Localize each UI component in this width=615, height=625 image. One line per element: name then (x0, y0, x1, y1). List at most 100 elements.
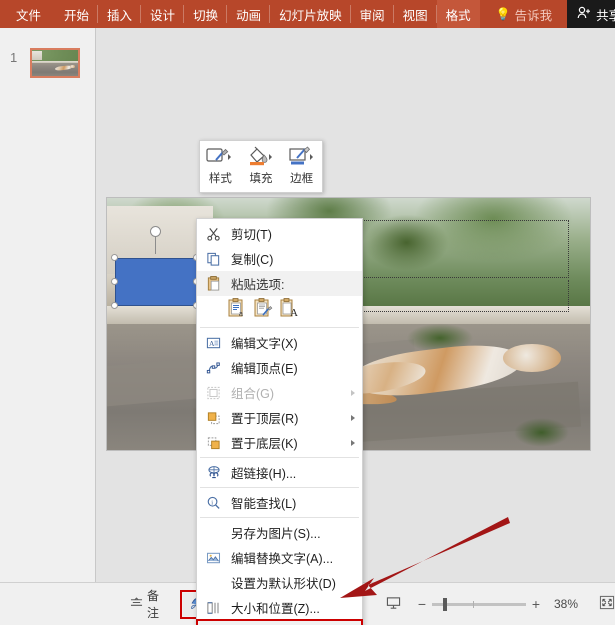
menu-separator (200, 457, 359, 458)
mini-toolbar-fill[interactable]: 填充 (241, 141, 282, 192)
ribbon-tab-view[interactable]: 视图 (394, 0, 437, 28)
mini-toolbar-outline[interactable]: 边框 (281, 141, 322, 192)
context-menu-item-size-and-position[interactable]: 大小和位置(Z)... (197, 595, 362, 620)
mini-toolbar-outline-label: 边框 (290, 173, 314, 185)
ribbon-tab-animations[interactable]: 动画 (227, 0, 271, 28)
zoom-slider-handle[interactable] (443, 597, 448, 611)
smart-lookup-icon: i (204, 493, 223, 512)
context-menu-item-copy[interactable]: 复制(C) (197, 246, 362, 271)
zoom-slider[interactable] (432, 597, 526, 611)
zoom-out-button[interactable]: − (417, 596, 427, 612)
rotation-handle[interactable] (150, 226, 161, 237)
view-buttons (386, 596, 401, 613)
shape-style-icon (205, 145, 235, 169)
ribbon-tab-slideshow[interactable]: 幻灯片放映 (270, 0, 351, 28)
paste-icon (204, 274, 223, 293)
menu-separator (200, 327, 359, 328)
shape-context-menu: 剪切(T) 复制(C) 粘贴选项: a A A 编辑文字(X) 编辑顶点(E) … (196, 218, 363, 625)
context-menu-item-save-as-picture-label: 另存为图片(S)... (231, 527, 321, 541)
context-menu-item-group-label: 组合(G) (231, 387, 275, 401)
bring-front-icon (204, 408, 223, 427)
paste-keep-text-only-icon[interactable]: A (279, 297, 299, 321)
context-menu-item-edit-text[interactable]: A 编辑文字(X) (197, 330, 362, 355)
context-menu-item-send-to-back-label: 置于底层(K) (231, 437, 298, 451)
fit-to-window-icon[interactable] (599, 595, 615, 613)
slide-thumbnail-pane: 1 (0, 28, 96, 582)
tell-me-button[interactable]: 💡 告诉我 (480, 0, 561, 28)
ribbon-tab-format[interactable]: 格式 (436, 0, 480, 28)
context-menu-item-size-and-position-label: 大小和位置(Z)... (231, 602, 320, 616)
blue-rectangle-shape[interactable] (115, 258, 197, 306)
context-menu-item-smart-lookup[interactable]: i 智能查找(L) (197, 490, 362, 515)
paste-keep-source-formatting-icon[interactable]: a (227, 297, 247, 321)
context-menu-item-save-as-picture[interactable]: 另存为图片(S)... (197, 520, 362, 545)
ribbon-tab-transitions[interactable]: 切换 (184, 0, 228, 28)
zoom-slider-tick (473, 600, 475, 608)
size-position-icon (204, 598, 223, 617)
scissors-icon (204, 224, 223, 243)
share-button[interactable]: 共享 (567, 0, 615, 28)
slide-thumbnail-1[interactable] (30, 48, 80, 78)
svg-text:A: A (290, 307, 298, 318)
tell-me-label: 告诉我 (514, 8, 553, 23)
ribbon-tab-home[interactable]: 开始 (55, 0, 99, 28)
context-menu-item-cut-label: 剪切(T) (231, 228, 272, 242)
context-menu-paste-options-label: 粘贴选项: (231, 278, 285, 292)
svg-text:i: i (211, 499, 213, 506)
context-menu-item-hyperlink[interactable]: 超链接(H)... (197, 460, 362, 485)
chevron-right-icon (351, 439, 355, 446)
context-menu-item-format-shape[interactable]: 设置形状格式(O)... (196, 619, 363, 625)
ribbon-tab-insert[interactable]: 插入 (98, 0, 142, 28)
paste-merge-formatting-icon[interactable] (253, 297, 273, 321)
menu-separator (200, 517, 359, 518)
context-menu-item-edit-points[interactable]: 编辑顶点(E) (197, 355, 362, 380)
context-menu-item-group: 组合(G) (197, 380, 362, 405)
context-menu-item-edit-alt-text-label: 编辑替换文字(A)... (231, 552, 334, 566)
svg-text:a: a (239, 311, 243, 318)
context-menu-item-bring-to-front[interactable]: 置于顶层(R) (197, 405, 362, 430)
zoom-percentage[interactable]: 38% (554, 597, 584, 611)
notes-icon (130, 596, 143, 612)
outline-pen-icon (287, 145, 317, 169)
chevron-right-icon (351, 389, 355, 396)
copy-icon (204, 249, 223, 268)
mini-toolbar-style[interactable]: 样式 (200, 141, 241, 192)
hyperlink-icon (204, 463, 223, 482)
rotation-stem (155, 236, 156, 254)
context-menu-item-cut[interactable]: 剪切(T) (197, 221, 362, 246)
ribbon-tab-review[interactable]: 审阅 (351, 0, 394, 28)
context-menu-paste-options-header: 粘贴选项: (197, 271, 362, 296)
resize-handle-top-left[interactable] (111, 254, 118, 261)
context-menu-item-smart-lookup-label: 智能查找(L) (231, 497, 297, 511)
edit-points-icon (204, 358, 223, 377)
presentation-view-icon[interactable] (386, 596, 401, 613)
notes-button[interactable]: 备注 (130, 587, 169, 621)
mini-floating-toolbar: 样式 填充 边框 (199, 140, 323, 193)
context-menu-item-hyperlink-label: 超链接(H)... (231, 467, 297, 481)
thumbnail-image (32, 50, 78, 76)
context-menu-item-edit-alt-text[interactable]: 编辑替换文字(A)... (197, 545, 362, 570)
ribbon-tab-design[interactable]: 设计 (141, 0, 185, 28)
resize-handle-bottom-left[interactable] (111, 302, 118, 309)
zoom-in-button[interactable]: + (531, 596, 541, 612)
context-menu-item-edit-text-label: 编辑文字(X) (231, 337, 298, 351)
group-icon (204, 383, 223, 402)
menu-separator (200, 487, 359, 488)
context-menu-item-send-to-back[interactable]: 置于底层(K) (197, 430, 362, 455)
ribbon-tab-file[interactable]: 文件 (0, 0, 55, 28)
mini-toolbar-fill-label: 填充 (249, 173, 273, 185)
context-menu-item-set-default-shape[interactable]: 设置为默认形状(D) (197, 570, 362, 595)
zoom-control: − + 38% (417, 595, 615, 613)
slide-number: 1 (10, 50, 18, 65)
paste-options-row: a A (197, 296, 362, 325)
send-back-icon (204, 433, 223, 452)
resize-handle-middle-left[interactable] (111, 278, 118, 285)
ribbon-tab-bar: 文件 开始 插入 设计 切换 动画 幻灯片放映 审阅 视图 格式 💡 告诉我 共… (0, 0, 615, 28)
context-menu-item-set-default-shape-label: 设置为默认形状(D) (231, 577, 336, 591)
chevron-right-icon (351, 414, 355, 421)
fill-bucket-icon (246, 145, 276, 169)
alt-text-icon (204, 548, 223, 567)
share-label: 共享 (596, 8, 615, 23)
notes-label: 备注 (147, 589, 160, 620)
lightbulb-icon: 💡 (495, 7, 511, 21)
